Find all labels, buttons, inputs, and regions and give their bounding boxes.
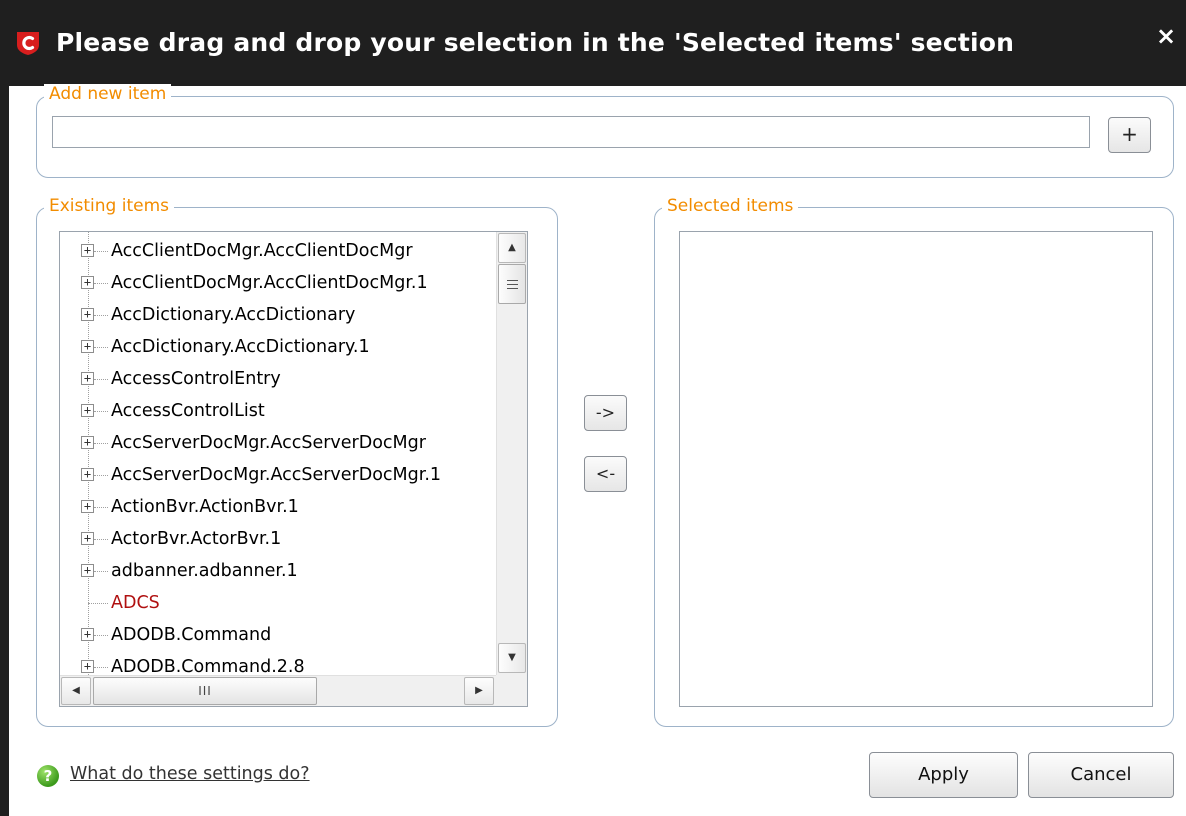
existing-items-legend: Existing items: [44, 196, 175, 216]
scroll-left-icon[interactable]: ◀: [61, 677, 91, 705]
expand-plus-icon[interactable]: +: [81, 500, 94, 513]
tree-item[interactable]: + AccDictionary.AccDictionary: [60, 299, 496, 331]
scroll-up-icon[interactable]: ▲: [498, 233, 526, 263]
tree-connector-line: [88, 603, 108, 604]
comodo-c-logo-icon: [17, 32, 39, 55]
selected-items-list[interactable]: [679, 231, 1153, 707]
cancel-button[interactable]: Cancel: [1028, 752, 1174, 798]
tree-item-label: AccServerDocMgr.AccServerDocMgr.1: [111, 465, 442, 485]
tree-connector-line: [94, 379, 108, 380]
tree-item[interactable]: + ADODB.Command: [60, 619, 496, 651]
tree-item-label: adbanner.adbanner.1: [111, 561, 298, 581]
tree-list: + AccClientDocMgr.AccClientDocMgr + AccClie…: [60, 232, 496, 675]
close-icon[interactable]: ×: [1152, 22, 1180, 50]
tree-item-label: AccDictionary.AccDictionary: [111, 305, 356, 325]
vertical-scroll-thumb[interactable]: [498, 264, 526, 304]
tree-item-label: AccessControlEntry: [111, 369, 281, 389]
tree-item[interactable]: + AccDictionary.AccDictionary.1: [60, 331, 496, 363]
selected-items-legend: Selected items: [662, 196, 799, 216]
scroll-corner: [496, 675, 527, 706]
move-right-button[interactable]: ->: [584, 395, 627, 431]
tree-item[interactable]: + AccClientDocMgr.AccClientDocMgr.1: [60, 267, 496, 299]
tree-connector-line: [94, 347, 108, 348]
tree-item-label: AccClientDocMgr.AccClientDocMgr: [111, 241, 413, 261]
expand-plus-icon[interactable]: +: [81, 628, 94, 641]
expand-plus-icon[interactable]: +: [81, 404, 94, 417]
expand-plus-icon[interactable]: +: [81, 564, 94, 577]
existing-items-tree[interactable]: + AccClientDocMgr.AccClientDocMgr + AccClie…: [59, 231, 528, 707]
horizontal-scroll-thumb[interactable]: III: [93, 677, 317, 705]
tree-item[interactable]: + ActorBvr.ActorBvr.1: [60, 523, 496, 555]
expand-plus-icon[interactable]: +: [81, 532, 94, 545]
expand-plus-icon[interactable]: +: [81, 436, 94, 449]
tree-connector-line: [94, 507, 108, 508]
tree-item[interactable]: + ActionBvr.ActionBvr.1: [60, 491, 496, 523]
tree-item-label: AccServerDocMgr.AccServerDocMgr: [111, 433, 426, 453]
tree-connector-line: [94, 411, 108, 412]
grip-line: [507, 280, 518, 281]
expand-plus-icon[interactable]: +: [81, 372, 94, 385]
tree-item[interactable]: + adbanner.adbanner.1: [60, 555, 496, 587]
scroll-down-icon[interactable]: ▼: [498, 643, 526, 673]
tree-item-label: ActionBvr.ActionBvr.1: [111, 497, 299, 517]
tree-item[interactable]: ADCS: [60, 587, 496, 619]
tree-connector-line: [94, 251, 108, 252]
expand-plus-icon[interactable]: +: [81, 308, 94, 321]
tree-item-label: AccDictionary.AccDictionary.1: [111, 337, 370, 357]
vertical-scrollbar[interactable]: ▲ ▼: [496, 232, 527, 675]
expand-plus-icon[interactable]: +: [81, 660, 94, 673]
tree-item[interactable]: + AccServerDocMgr.AccServerDocMgr: [60, 427, 496, 459]
tree-item[interactable]: + AccessControlEntry: [60, 363, 496, 395]
window-left-edge: [0, 66, 9, 816]
expand-plus-icon[interactable]: +: [81, 244, 94, 257]
tree-connector-line: [94, 475, 108, 476]
tree-item[interactable]: + AccServerDocMgr.AccServerDocMgr.1: [60, 459, 496, 491]
move-left-button[interactable]: <-: [584, 456, 627, 492]
new-item-input[interactable]: [52, 116, 1090, 148]
tree-connector-line: [94, 443, 108, 444]
grip-line: [507, 284, 518, 285]
tree-item-label: ADODB.Command.2.8: [111, 657, 305, 675]
apply-button[interactable]: Apply: [869, 752, 1018, 798]
tree-item-label: AccessControlList: [111, 401, 265, 421]
tree-item-label: AccClientDocMgr.AccClientDocMgr.1: [111, 273, 428, 293]
add-item-button[interactable]: +: [1108, 117, 1151, 153]
tree-connector-line: [94, 667, 108, 668]
tree-item[interactable]: + ADODB.Command.2.8: [60, 651, 496, 675]
help-link[interactable]: What do these settings do?: [70, 764, 310, 784]
expand-plus-icon[interactable]: +: [81, 468, 94, 481]
grip-line: [507, 288, 518, 289]
tree-item[interactable]: + AccessControlList: [60, 395, 496, 427]
horizontal-scrollbar[interactable]: ◀ III ▶: [60, 675, 496, 706]
tree-connector-line: [94, 539, 108, 540]
tree-connector-line: [94, 315, 108, 316]
add-item-legend: Add new item: [44, 84, 172, 104]
scroll-right-icon[interactable]: ▶: [464, 677, 494, 705]
expand-plus-icon[interactable]: +: [81, 276, 94, 289]
tree-connector-line: [94, 635, 108, 636]
tree-item[interactable]: + AccClientDocMgr.AccClientDocMgr: [60, 235, 496, 267]
tree-item-label: ADCS: [111, 593, 160, 613]
window-title: Please drag and drop your selection in t…: [56, 28, 1015, 57]
tree-item-label: ADODB.Command: [111, 625, 272, 645]
help-question-icon[interactable]: ?: [37, 765, 59, 787]
expand-plus-icon[interactable]: +: [81, 340, 94, 353]
tree-connector-line: [94, 571, 108, 572]
tree-item-label: ActorBvr.ActorBvr.1: [111, 529, 282, 549]
tree-connector-line: [94, 283, 108, 284]
